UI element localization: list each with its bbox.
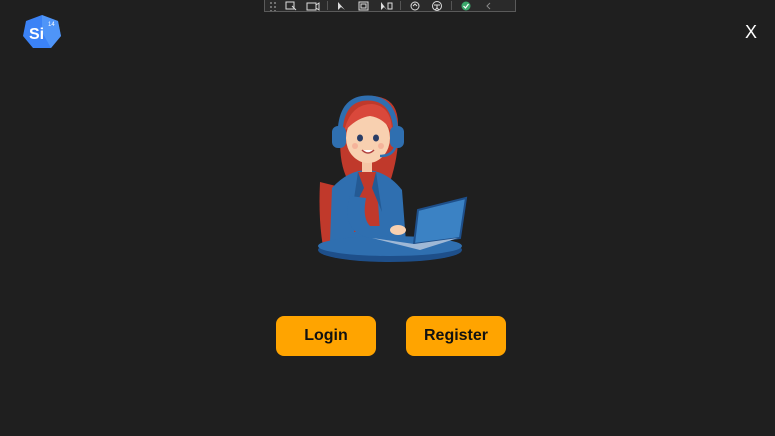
layout-icon[interactable] — [356, 1, 372, 11]
login-button[interactable]: Login — [276, 316, 376, 356]
support-agent-illustration — [310, 92, 470, 268]
check-icon[interactable] — [458, 1, 474, 11]
toolbar-separator — [400, 1, 401, 10]
app-logo: Si 14 — [22, 14, 62, 50]
pointer-icon[interactable] — [378, 1, 394, 11]
register-button[interactable]: Register — [406, 316, 506, 356]
chevron-left-icon[interactable] — [480, 1, 496, 11]
accessibility-icon[interactable] — [429, 0, 445, 11]
toolbar-separator — [327, 1, 328, 10]
debug-toolbar — [264, 0, 516, 12]
close-button[interactable]: X — [745, 22, 757, 42]
logo-badge: 14 — [48, 22, 55, 28]
toolbar-separator — [451, 1, 452, 10]
select-element-icon[interactable] — [283, 1, 299, 11]
logo-text: Si — [29, 26, 44, 43]
video-icon[interactable] — [305, 1, 321, 11]
select-icon[interactable] — [334, 1, 350, 11]
toolbar-grip[interactable] — [269, 0, 277, 11]
hot-reload-icon[interactable] — [407, 1, 423, 11]
